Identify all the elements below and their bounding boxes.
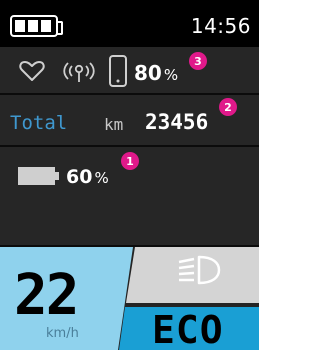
battery-full-icon [10,15,63,37]
odometer-value: 23456 [145,110,209,134]
heart-icon [19,61,45,81]
odometer-label: Total [10,112,68,134]
headlight-icon[interactable] [173,253,229,287]
wireless-signal-icon [63,62,95,82]
speed-unit: km/h [46,326,79,341]
callout-badge-2: 2 [219,98,237,116]
display-screen: 14:56 80% 3 Total km 23456 2 60% 1 22 km… [0,0,259,350]
assist-mode-label[interactable]: ECO [152,311,224,349]
battery-unit: % [94,169,109,187]
phone-battery-readout: 80% [134,61,178,85]
odometer-unit: km [104,115,124,134]
clock: 14:56 [190,14,251,38]
smartphone-icon [109,55,127,87]
status-bar: 14:56 [0,0,259,47]
speed-value: 22 [14,263,79,328]
phone-battery-unit: % [163,66,179,84]
phone-battery-value: 80 [134,61,162,85]
callout-badge-1: 1 [121,152,139,170]
battery-icon [18,167,59,185]
battery-value: 60 [66,166,93,188]
battery-readout: 60% [66,166,109,188]
callout-badge-3: 3 [189,52,207,70]
